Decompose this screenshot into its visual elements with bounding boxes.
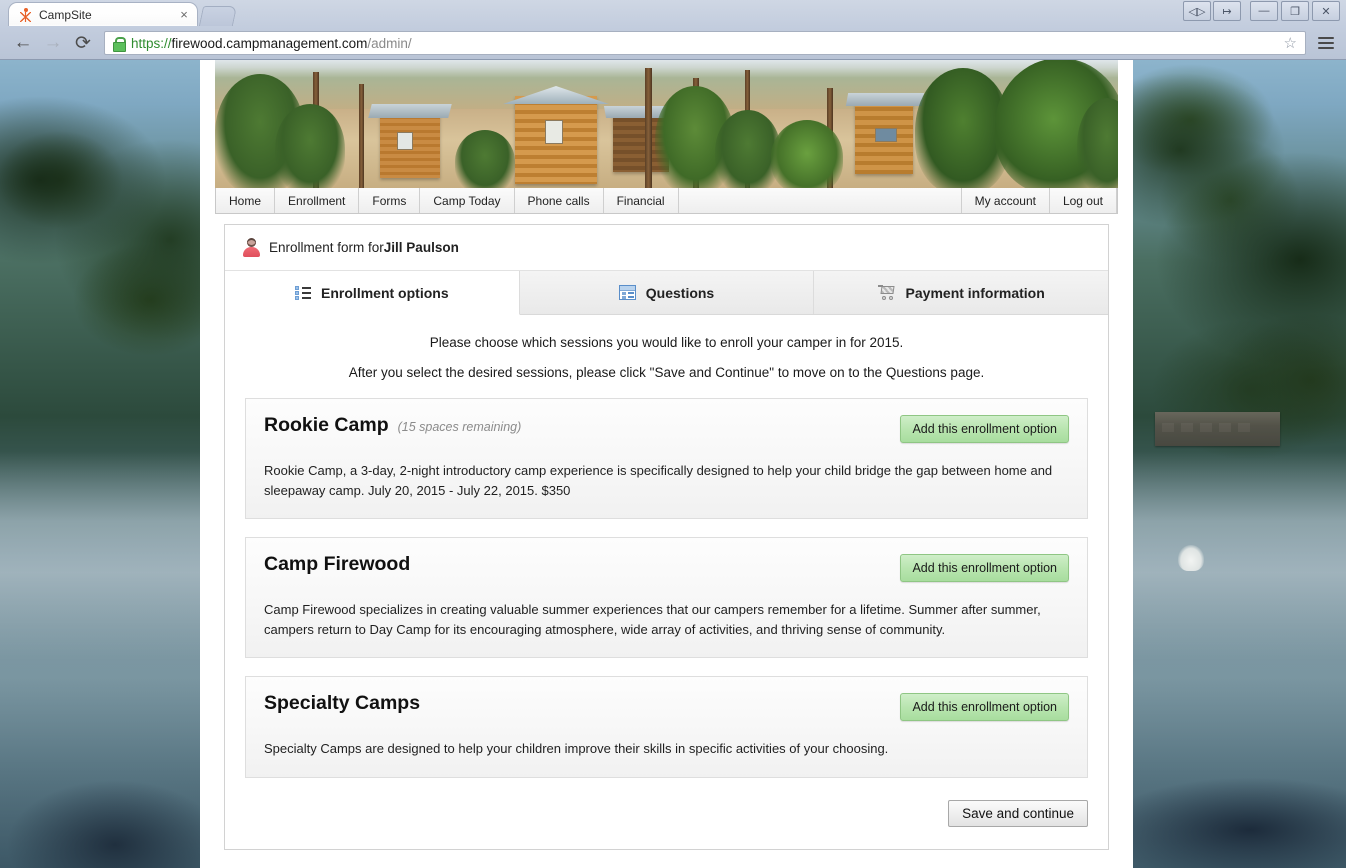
nav-item-log-out[interactable]: Log out [1050,188,1117,213]
instructions: Please choose which sessions you would l… [245,335,1088,380]
form-actions: Save and continue [245,799,1088,827]
web-page: Home Enrollment Forms Camp Today Phone c… [200,60,1133,868]
nav-item-financial[interactable]: Financial [604,188,679,213]
tab-payment-information[interactable]: Payment information [814,271,1109,314]
split-view-button[interactable]: ◁▷ [1183,1,1211,21]
panel-header: Enrollment form for Jill Paulson [225,225,1108,271]
wallpaper-sailboat [1178,545,1204,571]
option-title: Rookie Camp (15 spaces remaining) [264,414,900,436]
nav-item-camp-today[interactable]: Camp Today [420,188,515,213]
option-title: Specialty Camps [264,692,900,714]
nav-spacer [679,188,962,213]
option-title: Camp Firewood [264,553,900,575]
add-enrollment-option-button-specialty-camps[interactable]: Add this enrollment option [900,693,1069,721]
menu-icon[interactable] [1314,31,1338,55]
option-description: Specialty Camps are designed to help you… [264,741,889,756]
campsite-person-icon [19,7,32,22]
maximize-button[interactable]: ❐ [1281,1,1309,21]
tab-enrollment-options-label: Enrollment options [321,284,449,301]
tab-questions-label: Questions [645,284,715,301]
tab-title: CampSite [39,7,92,22]
tab-payment-information-label: Payment information [905,284,1045,301]
list-icon [295,285,312,300]
nav-item-my-account[interactable]: My account [962,188,1050,213]
enrollment-option-rookie-camp: Rookie Camp (15 spaces remaining) Add th… [245,398,1088,519]
minimize-button[interactable]: — [1250,1,1278,21]
option-title-text: Rookie Camp [264,414,389,436]
spaces-remaining: (15 spaces remaining) [397,420,522,434]
close-button[interactable]: ✕ [1312,1,1340,21]
add-enrollment-option-button-rookie-camp[interactable]: Add this enrollment option [900,415,1069,443]
tab-enrollment-options[interactable]: Enrollment options [225,271,520,315]
url-path: /admin/ [367,35,412,51]
nav-item-forms[interactable]: Forms [359,188,421,213]
nav-item-phone-calls[interactable]: Phone calls [515,188,604,213]
form-icon [618,285,636,300]
enrollment-option-camp-firewood: Camp Firewood Add this enrollment option… [245,537,1088,658]
window-controls: ◁▷ ↦ — ❐ ✕ [1183,1,1340,21]
forward-button[interactable]: → [38,28,68,58]
enrollment-option-specialty-camps: Specialty Camps Add this enrollment opti… [245,676,1088,778]
avatar [243,238,260,257]
option-title-text: Specialty Camps [264,692,421,714]
bookmark-star-icon[interactable]: ☆ [1284,34,1297,52]
camp-banner-photo [215,60,1118,188]
tab-strip: CampSite × ◁▷ ↦ — ❐ ✕ [0,0,1346,26]
url-host: firewood.campmanagement.com [171,35,368,51]
panel-tabs: Enrollment options Questions Payment inf… [225,271,1109,315]
back-button[interactable]: ← [8,28,38,58]
restore-session-button[interactable]: ↦ [1213,1,1241,21]
nav-item-enrollment[interactable]: Enrollment [275,188,360,213]
option-title-text: Camp Firewood [264,553,411,575]
url-scheme: https:// [131,35,172,51]
close-icon[interactable]: × [177,8,191,22]
option-description: Rookie Camp, a 3-day, 2-night introducto… [264,463,1053,498]
instructions-line-2: After you select the desired sessions, p… [348,365,985,380]
browser-tab-campsite[interactable]: CampSite × [8,2,198,26]
shopping-cart-icon [877,285,896,300]
option-description: Camp Firewood specializes in creating va… [264,602,1041,637]
site-navigation: Home Enrollment Forms Camp Today Phone c… [215,188,1118,214]
browser-toolbar: ← → ⟳ https://firewood.campmanagement.co… [0,26,1346,60]
panel-body: Please choose which sessions you would l… [225,315,1108,849]
camper-name: Jill Paulson [383,240,459,255]
enrollment-panel: Enrollment form for Jill Paulson Enrollm… [224,224,1109,850]
reload-button[interactable]: ⟳ [68,28,98,58]
browser-chrome: CampSite × ◁▷ ↦ — ❐ ✕ ← → ⟳ https://fire… [0,0,1346,60]
address-bar[interactable]: https://firewood.campmanagement.com/admi… [104,31,1306,55]
save-and-continue-button[interactable]: Save and continue [948,799,1088,827]
wallpaper-lakeside-cabin [1162,423,1274,433]
tab-questions[interactable]: Questions [519,271,815,314]
nav-item-home[interactable]: Home [216,188,276,213]
url-text: https://firewood.campmanagement.com/admi… [131,36,412,51]
panel-header-prefix: Enrollment form for [269,240,384,255]
add-enrollment-option-button-camp-firewood[interactable]: Add this enrollment option [900,554,1069,582]
lock-icon [113,36,126,52]
instructions-line-1: Please choose which sessions you would l… [429,335,904,350]
new-tab-button[interactable] [198,6,238,26]
